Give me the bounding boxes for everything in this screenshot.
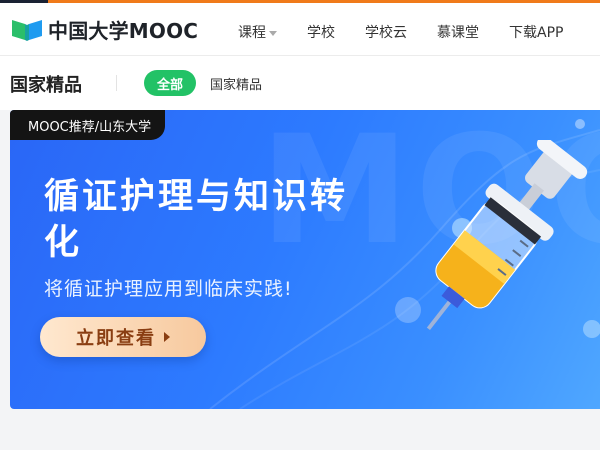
nav-item-schools[interactable]: 学校 xyxy=(307,22,335,42)
nav-item-download-app[interactable]: 下载APP xyxy=(509,22,563,42)
promo-banner[interactable]: MOOC MOOC推荐/山东大学 循证护理与知识转化 将循证护理应用到临床实践!… xyxy=(10,110,600,409)
open-book-logo-icon xyxy=(12,20,42,41)
nav-item-label: 课程 xyxy=(238,25,266,41)
nav-item-courses[interactable]: 课程 xyxy=(238,22,277,42)
banner-headline: 循证护理与知识转化 xyxy=(44,177,349,263)
syringe-illustration xyxy=(426,140,588,331)
nav-item-school-cloud[interactable]: 学校云 xyxy=(365,22,407,42)
nav-links: 课程 学校 学校云 慕课堂 下载APP xyxy=(238,6,563,58)
section-header: 国家精品 全部 国家精品 xyxy=(0,56,600,110)
page-background xyxy=(0,409,600,450)
nav-item-mooc-classroom[interactable]: 慕课堂 xyxy=(437,22,479,42)
top-navbar: 中国大学MOOC 课程 学校 学校云 慕课堂 下载APP xyxy=(0,3,600,56)
banner-subline: 将循证护理应用到临床实践! xyxy=(44,278,293,300)
nav-item-label: 学校 xyxy=(307,25,335,41)
nav-item-label: 慕课堂 xyxy=(437,25,479,41)
view-now-button[interactable]: 立即查看 xyxy=(40,317,206,357)
logo-text: 中国大学MOOC xyxy=(48,18,199,43)
play-arrow-icon xyxy=(164,332,170,342)
chevron-down-icon xyxy=(269,30,277,36)
filter-chip-national-quality[interactable]: 国家精品 xyxy=(210,70,262,96)
source-tag: MOOC推荐/山东大学 xyxy=(10,110,166,140)
divider xyxy=(116,75,117,91)
cta-label: 立即查看 xyxy=(76,328,156,349)
filter-chip-all[interactable]: 全部 xyxy=(144,70,196,96)
nav-item-label: 学校云 xyxy=(365,25,407,41)
page-title: 国家精品 xyxy=(10,75,82,96)
site-logo[interactable]: 中国大学MOOC xyxy=(10,14,198,44)
nav-item-label: 下载APP xyxy=(509,25,564,41)
